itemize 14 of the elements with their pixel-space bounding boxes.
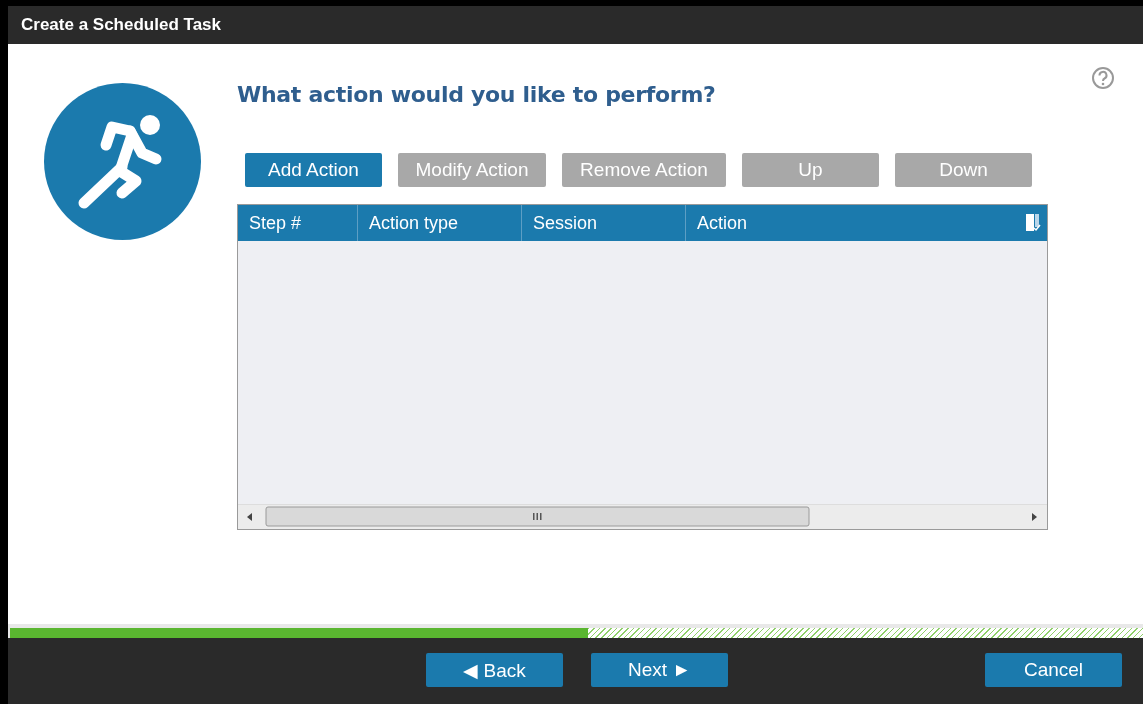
running-person-icon xyxy=(44,83,201,240)
column-chooser-icon[interactable] xyxy=(1025,213,1041,233)
horizontal-scrollbar[interactable] xyxy=(238,504,1047,529)
column-header[interactable]: Action type xyxy=(358,205,522,241)
column-header[interactable]: Step # xyxy=(238,205,358,241)
help-icon[interactable] xyxy=(1091,66,1115,90)
toolbar-button[interactable]: Add Action xyxy=(245,153,382,187)
window-title: Create a Scheduled Task xyxy=(8,6,1143,44)
cancel-button[interactable]: Cancel xyxy=(985,653,1122,687)
nav-button[interactable]: ◀ Back xyxy=(426,653,563,687)
nav-button[interactable]: Next ► xyxy=(591,653,728,687)
page-heading: What action would you like to perform? xyxy=(237,82,717,107)
column-header[interactable]: Session xyxy=(522,205,686,241)
column-header[interactable]: Action xyxy=(686,205,1025,241)
